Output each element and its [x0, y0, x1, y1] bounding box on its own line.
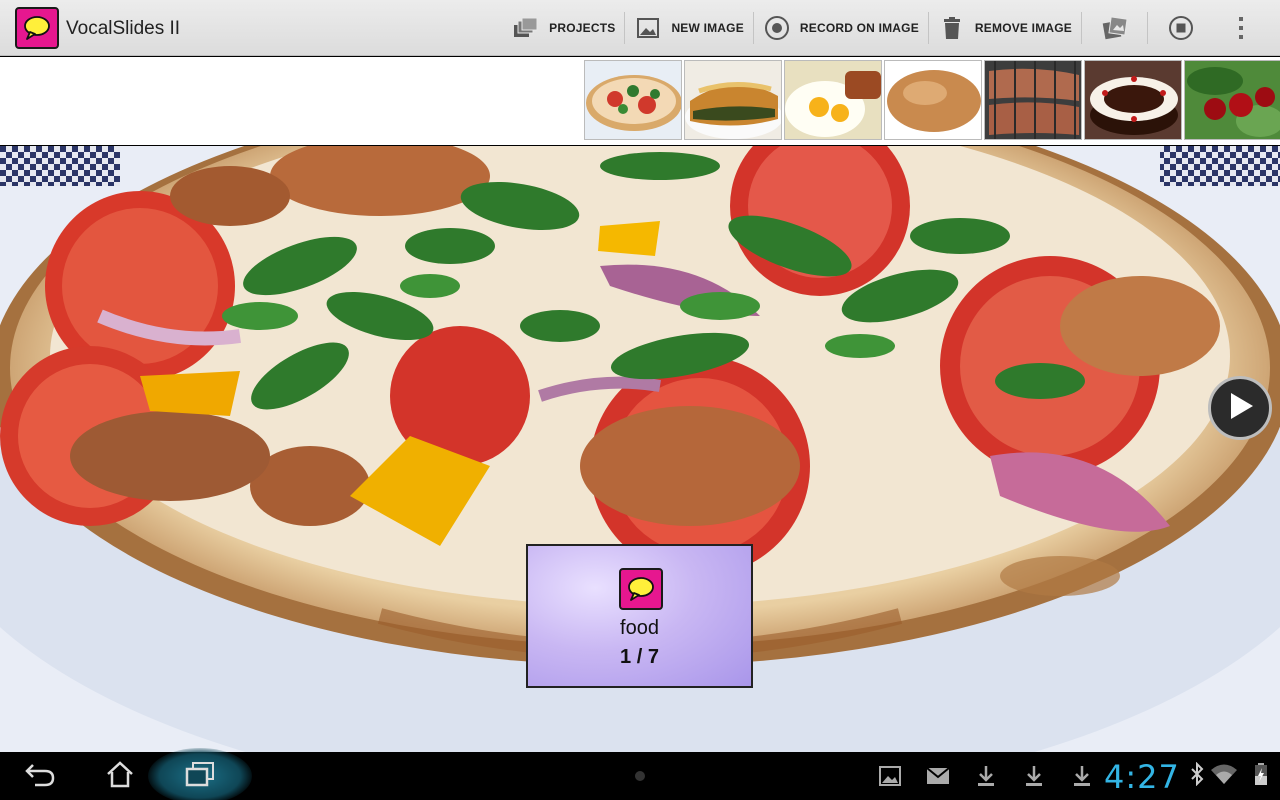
remove-image-label: REMOVE IMAGE: [974, 21, 1072, 35]
record-on-image-button[interactable]: RECORD ON IMAGE: [754, 0, 929, 56]
notification-image-icon: [866, 752, 914, 800]
slide-caption-card[interactable]: food 1 / 7: [526, 544, 753, 688]
bluetooth-icon: [1190, 761, 1204, 791]
projects-label: PROJECTS: [549, 21, 616, 35]
thumbnail-egg[interactable]: [884, 60, 982, 140]
overflow-menu-icon: [1228, 15, 1254, 41]
remove-image-button[interactable]: REMOVE IMAGE: [929, 0, 1083, 56]
recent-apps-button[interactable]: [160, 752, 240, 800]
back-button[interactable]: [0, 752, 80, 800]
notification-mail-icon: [914, 752, 962, 800]
record-on-image-label: RECORD ON IMAGE: [799, 21, 919, 35]
slide-counter: 1 / 7: [620, 646, 659, 668]
thumbnail-cherries[interactable]: [1184, 60, 1280, 140]
download-icon-3: [1058, 752, 1106, 800]
thumbnail-pizza[interactable]: [584, 60, 682, 140]
play-button[interactable]: [1208, 376, 1272, 440]
back-icon: [23, 761, 57, 792]
gallery-button[interactable]: [1082, 0, 1148, 56]
thumbnail-cake[interactable]: [1084, 60, 1182, 140]
wifi-icon: [1210, 763, 1238, 790]
app-logo-icon[interactable]: [15, 7, 59, 49]
download-icon-2: [1010, 752, 1058, 800]
system-nav-bar: 4:27: [0, 748, 1280, 800]
menu-dot-icon: [635, 771, 645, 781]
stop-button[interactable]: [1148, 0, 1214, 56]
action-buttons: PROJECTS NEW IMAGE RECORD ON IMAGE REMOV…: [503, 0, 1280, 56]
app-title: VocalSlides II: [66, 18, 181, 39]
new-image-button[interactable]: NEW IMAGE: [625, 0, 755, 56]
thumbnail-strip: [0, 57, 1280, 145]
thumbnail-lasagna[interactable]: [684, 60, 782, 140]
system-tray[interactable]: [1190, 752, 1268, 800]
play-icon: [1225, 390, 1255, 427]
slide-name: food: [620, 617, 659, 639]
download-icon-1: [962, 752, 1010, 800]
recent-apps-icon: [184, 761, 216, 792]
thumbnail-steak[interactable]: [984, 60, 1082, 140]
image-icon: [635, 15, 661, 41]
battery-icon: [1254, 762, 1268, 791]
stop-icon: [1168, 15, 1194, 41]
status-clock[interactable]: 4:27: [1104, 758, 1180, 796]
home-icon: [105, 760, 135, 793]
projects-button[interactable]: PROJECTS: [503, 0, 626, 56]
overflow-menu-button[interactable]: [1214, 0, 1280, 56]
gallery-icon: [1102, 15, 1128, 41]
notification-icons[interactable]: [866, 752, 1106, 800]
new-image-label: NEW IMAGE: [671, 21, 744, 35]
action-bar: VocalSlides II PROJECTS NEW IMAGE RECORD…: [0, 0, 1280, 56]
speech-bubble-icon: [619, 568, 663, 610]
trash-icon: [939, 15, 965, 41]
thumbnail-fried-egg[interactable]: [784, 60, 882, 140]
projects-icon: [513, 15, 539, 41]
record-icon: [764, 15, 790, 41]
